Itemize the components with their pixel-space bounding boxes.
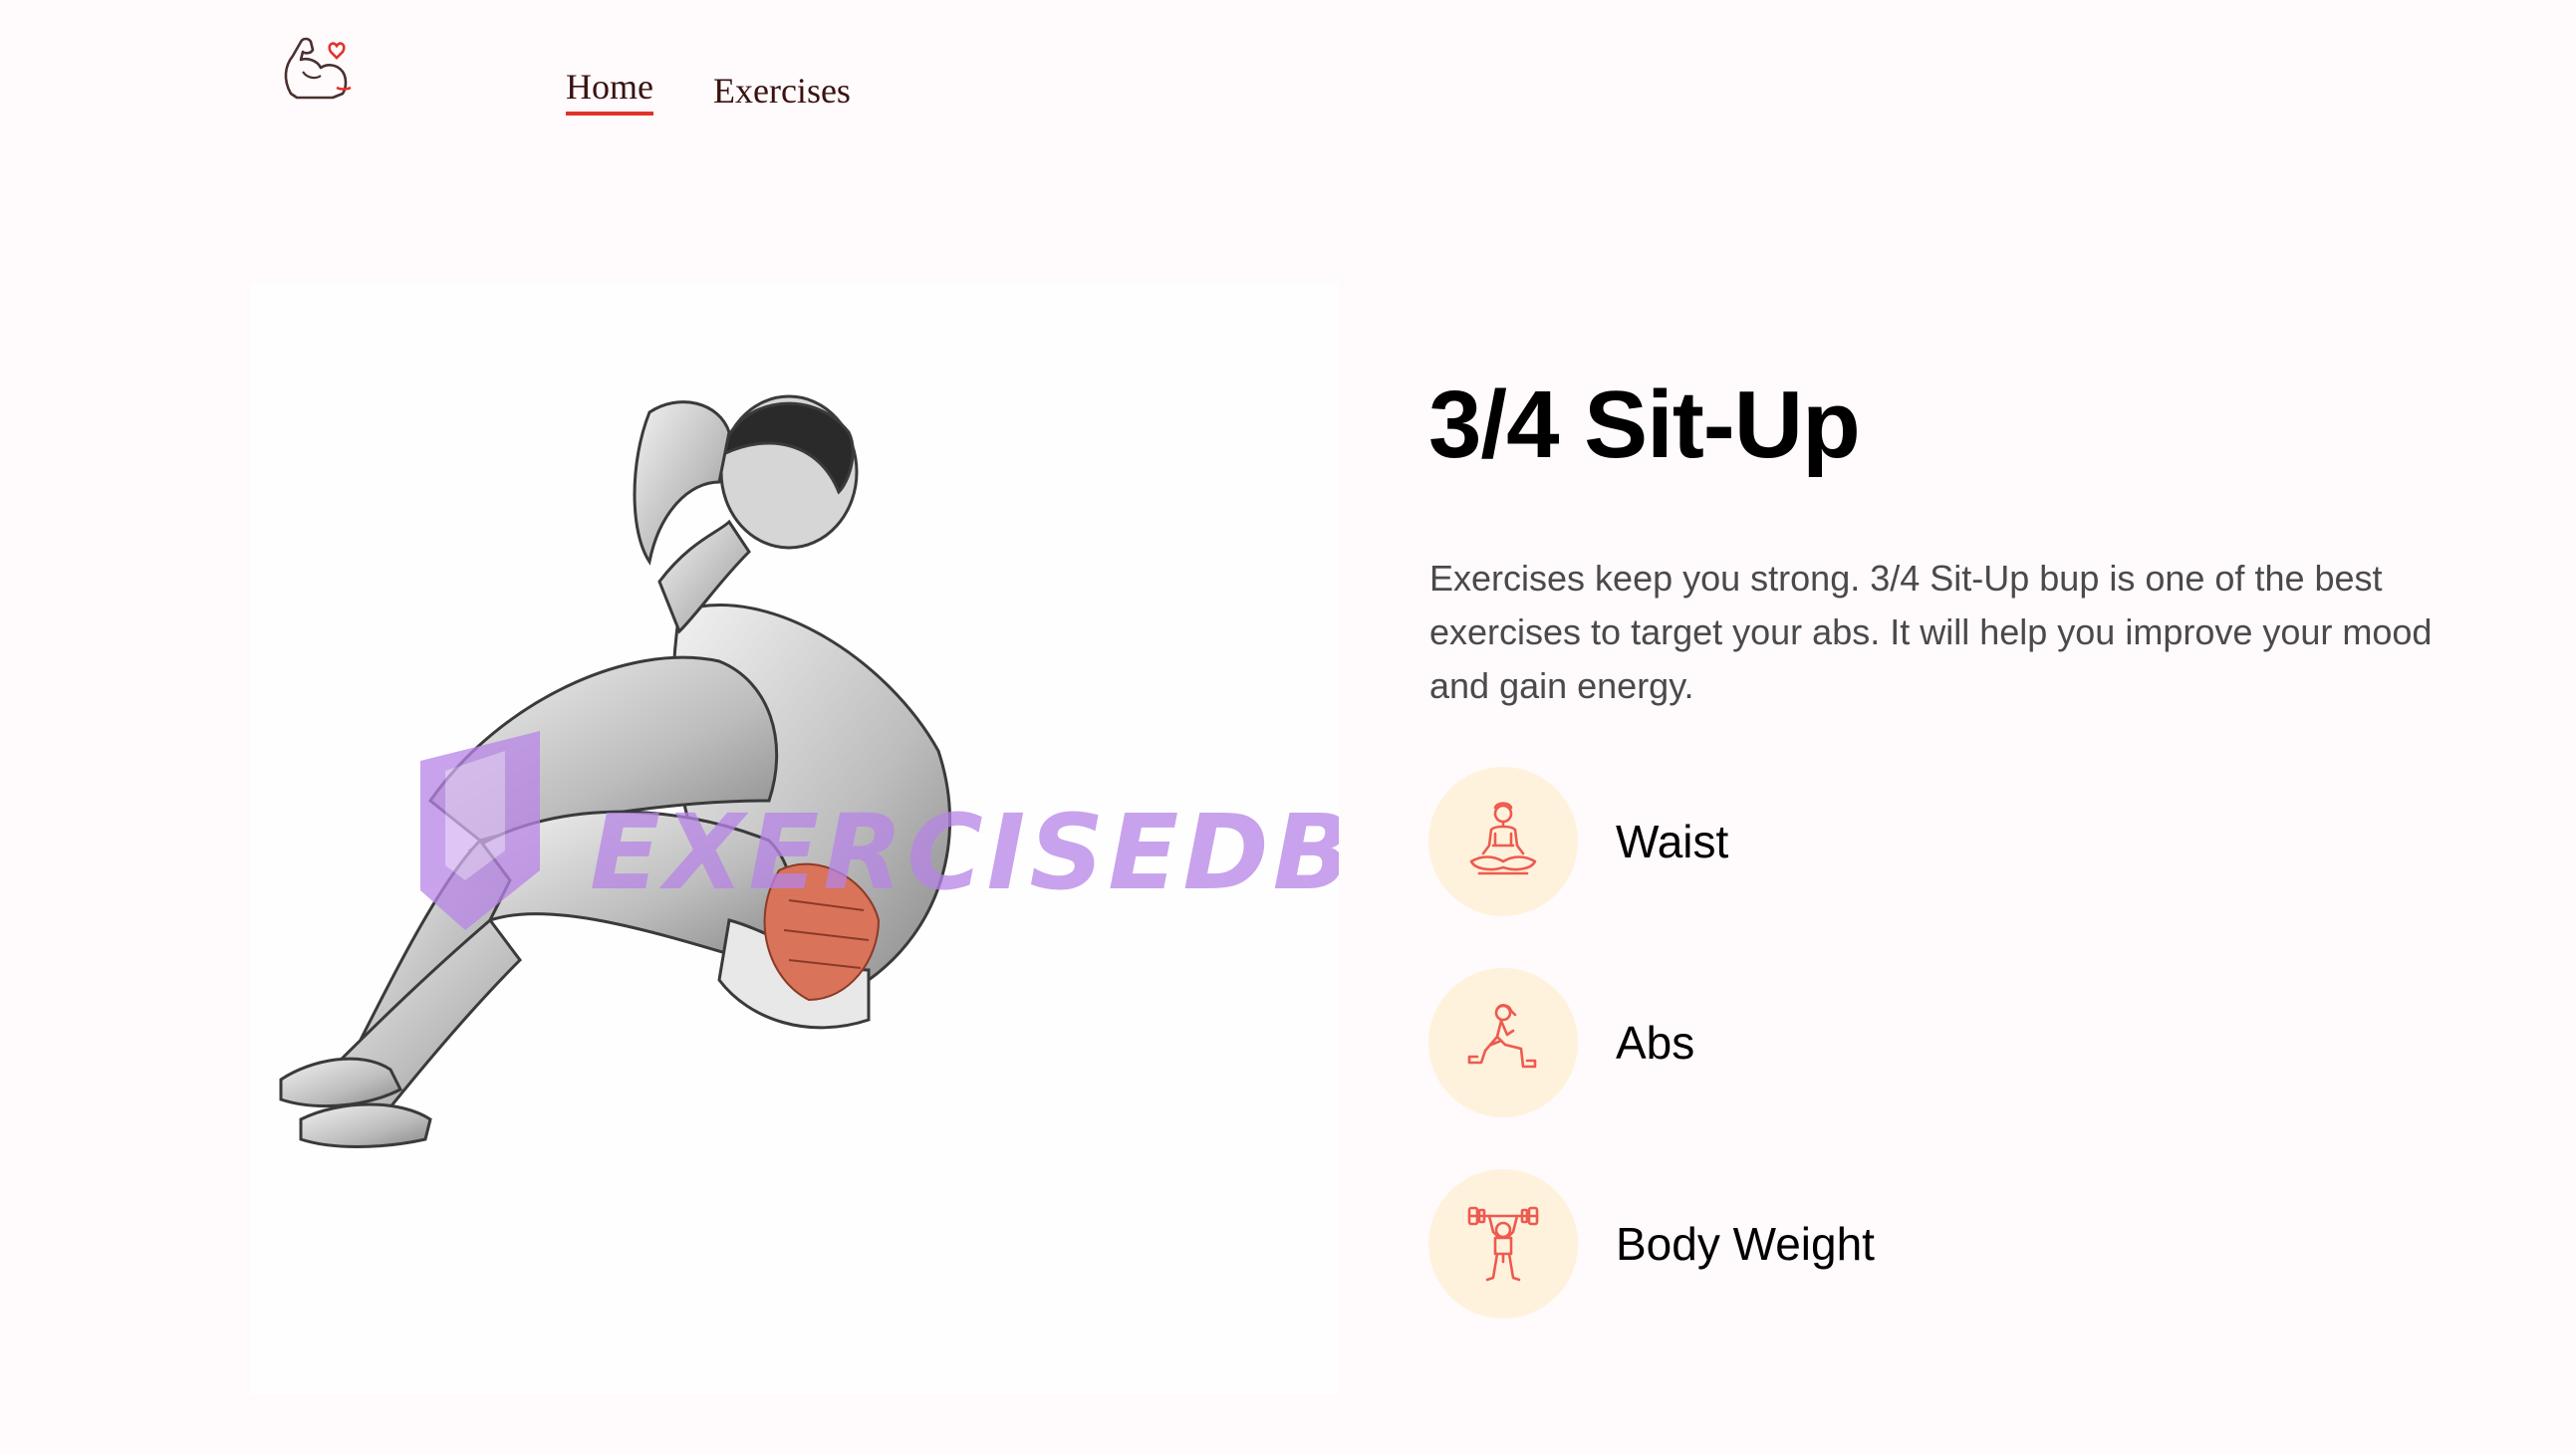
sit-up-figure bbox=[279, 394, 951, 1148]
lunge-icon bbox=[1428, 968, 1578, 1117]
detail-body-part: Waist bbox=[1428, 767, 1728, 916]
weightlifter-icon bbox=[1428, 1169, 1578, 1319]
detail-equipment: Body Weight bbox=[1428, 1169, 1875, 1319]
exercise-description: Exercises keep you strong. 3/4 Sit-Up bu… bbox=[1429, 558, 2433, 706]
detail-label-equipment: Body Weight bbox=[1616, 1218, 1875, 1270]
detail-target: Abs bbox=[1428, 968, 1694, 1117]
exercise-detail-page: Home Exercises EXERCISEDB 3/4 Sit-Up Exe… bbox=[0, 0, 2576, 1454]
meditation-icon bbox=[1428, 767, 1578, 916]
detail-label-target: Abs bbox=[1616, 1017, 1695, 1069]
watermark-text: EXERCISEDB bbox=[590, 792, 1339, 913]
exercise-image: EXERCISEDB bbox=[251, 283, 1339, 1394]
detail-label-body-part: Waist bbox=[1616, 816, 1729, 867]
exercise-title: 3/4 Sit-Up bbox=[1428, 371, 1861, 478]
logo-icon[interactable] bbox=[277, 28, 357, 110]
nav-exercises-link[interactable]: Exercises bbox=[713, 70, 851, 112]
nav-home-link[interactable]: Home bbox=[566, 66, 653, 116]
